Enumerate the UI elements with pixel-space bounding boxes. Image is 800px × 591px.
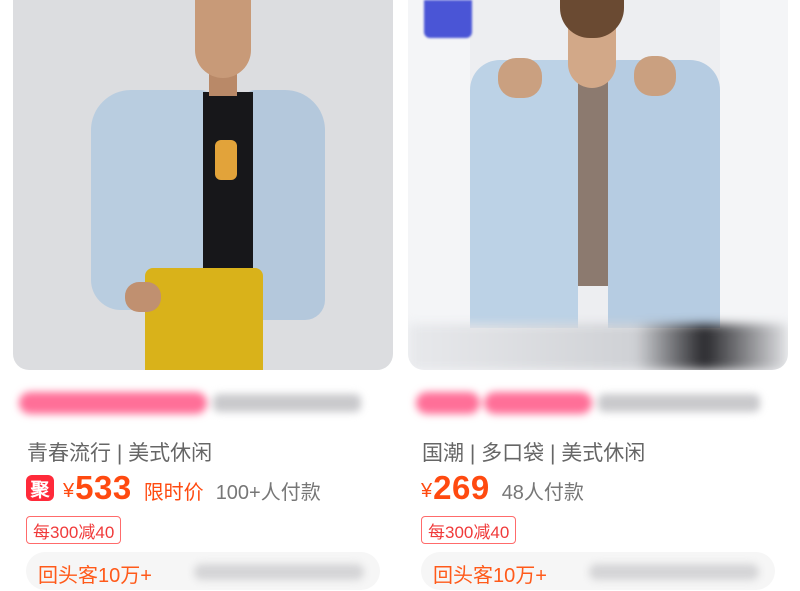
product-image[interactable] bbox=[408, 0, 788, 370]
price-row: ¥ 269 48人付款 bbox=[421, 469, 584, 506]
promo-badge: 聚 bbox=[26, 475, 54, 501]
photo-shape bbox=[634, 56, 676, 96]
repeat-customers-label: 回头客10万+ bbox=[433, 565, 547, 587]
price-row: 聚 ¥ 533 限时价 100+人付款 bbox=[26, 469, 321, 506]
photo-shape bbox=[195, 0, 251, 78]
limited-price-label: 限时价 bbox=[143, 481, 204, 504]
coupon-badge[interactable]: 每300减40 bbox=[421, 516, 517, 544]
repeat-customers-label: 回头客10万+ bbox=[38, 565, 152, 587]
repeat-customer-bar[interactable]: 回头客10万+ bbox=[26, 552, 380, 590]
photo-shape bbox=[498, 58, 542, 98]
buyers-count: 48人付款 bbox=[501, 481, 584, 504]
product-tags: 国潮 | 多口袋 | 美式休闲 bbox=[422, 442, 646, 465]
brand-badge-blurred bbox=[424, 0, 472, 38]
product-image[interactable] bbox=[13, 0, 393, 370]
product-card[interactable]: 国潮 | 多口袋 | 美式休闲 ¥ 269 48人付款 每300减40 回头客1… bbox=[408, 0, 788, 591]
currency-symbol: ¥ bbox=[63, 479, 75, 502]
photo-shape bbox=[125, 282, 161, 312]
repeat-customer-bar[interactable]: 回头客10万+ bbox=[421, 552, 775, 590]
shop-name-blurred bbox=[194, 564, 364, 580]
photo-shape bbox=[608, 60, 720, 328]
price: 269 bbox=[433, 469, 490, 506]
currency-symbol: ¥ bbox=[421, 479, 433, 502]
image-caption-blurred bbox=[408, 324, 788, 370]
photo-shape bbox=[470, 60, 578, 328]
photo-shape bbox=[145, 268, 263, 370]
shop-name-blurred bbox=[589, 564, 759, 580]
product-title-blurred[interactable] bbox=[13, 386, 365, 420]
photo-shape bbox=[215, 140, 237, 180]
buyers-count: 100+人付款 bbox=[215, 481, 321, 504]
product-title-blurred[interactable] bbox=[408, 386, 760, 420]
coupon-badge[interactable]: 每300减40 bbox=[26, 516, 122, 544]
product-card[interactable]: 青春流行 | 美式休闲 聚 ¥ 533 限时价 100+人付款 每300减40 … bbox=[13, 0, 393, 591]
photo-shape bbox=[203, 92, 253, 282]
price: 533 bbox=[75, 469, 132, 506]
product-tags: 青春流行 | 美式休闲 bbox=[27, 442, 213, 465]
